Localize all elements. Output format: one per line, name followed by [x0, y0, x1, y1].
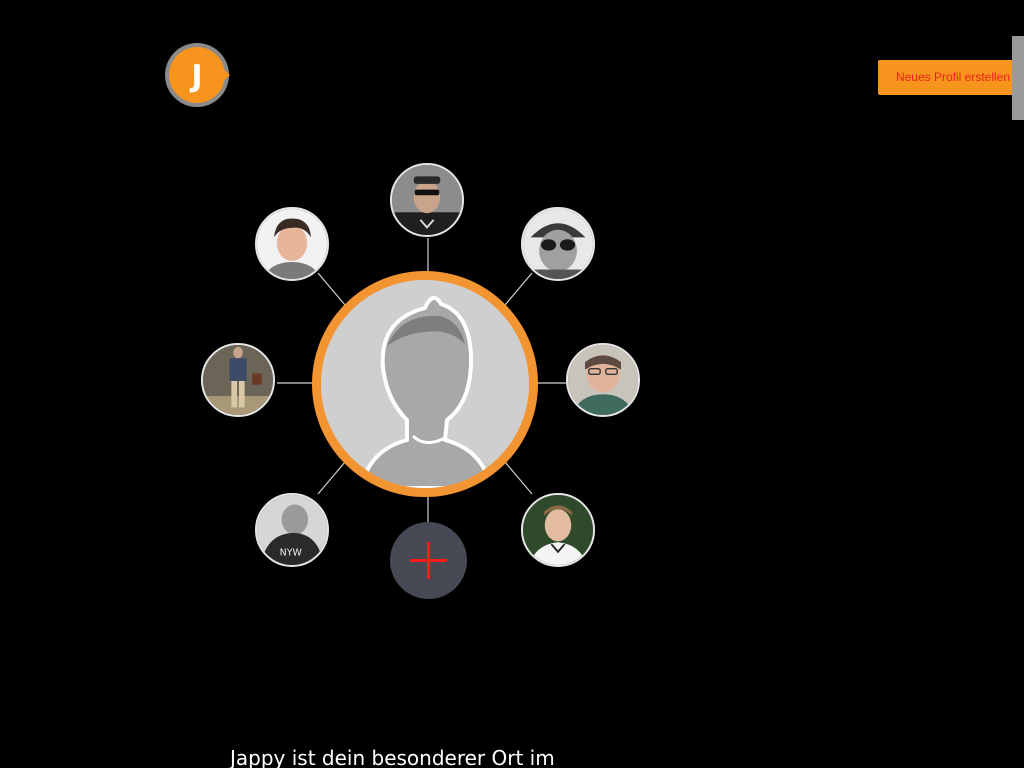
- profile-network: NYW: [0, 0, 1024, 700]
- member-photo-sunglasses-cap: [392, 165, 462, 235]
- member-avatar-top[interactable]: [390, 163, 464, 237]
- member-avatar-bottom-left[interactable]: NYW: [255, 493, 329, 567]
- member-photo-glasses-woman: [568, 345, 638, 415]
- member-photo-young-man: [523, 495, 593, 565]
- member-photo-man-standing: [203, 345, 273, 415]
- member-photo-man-hoodie: NYW: [257, 495, 327, 565]
- intro-text: Jappy ist dein besonderer Ort im: [230, 746, 555, 768]
- member-avatar-top-left[interactable]: [255, 207, 329, 281]
- plus-icon-vertical: [427, 542, 430, 579]
- member-avatar-left[interactable]: [201, 343, 275, 417]
- default-profile-silhouette-icon: [321, 280, 529, 488]
- page: J Neues Profil erstellen NYW Jappy ist d…: [0, 0, 1024, 768]
- member-avatar-right[interactable]: [566, 343, 640, 417]
- center-profile-avatar[interactable]: [312, 271, 538, 497]
- member-photo-woman-short-hair: [257, 209, 327, 279]
- svg-text:NYW: NYW: [280, 548, 303, 559]
- member-avatar-top-right[interactable]: [521, 207, 595, 281]
- add-profile-button[interactable]: [390, 522, 467, 599]
- member-avatar-bottom-right[interactable]: [521, 493, 595, 567]
- member-photo-beanie-sunglasses: [523, 209, 593, 279]
